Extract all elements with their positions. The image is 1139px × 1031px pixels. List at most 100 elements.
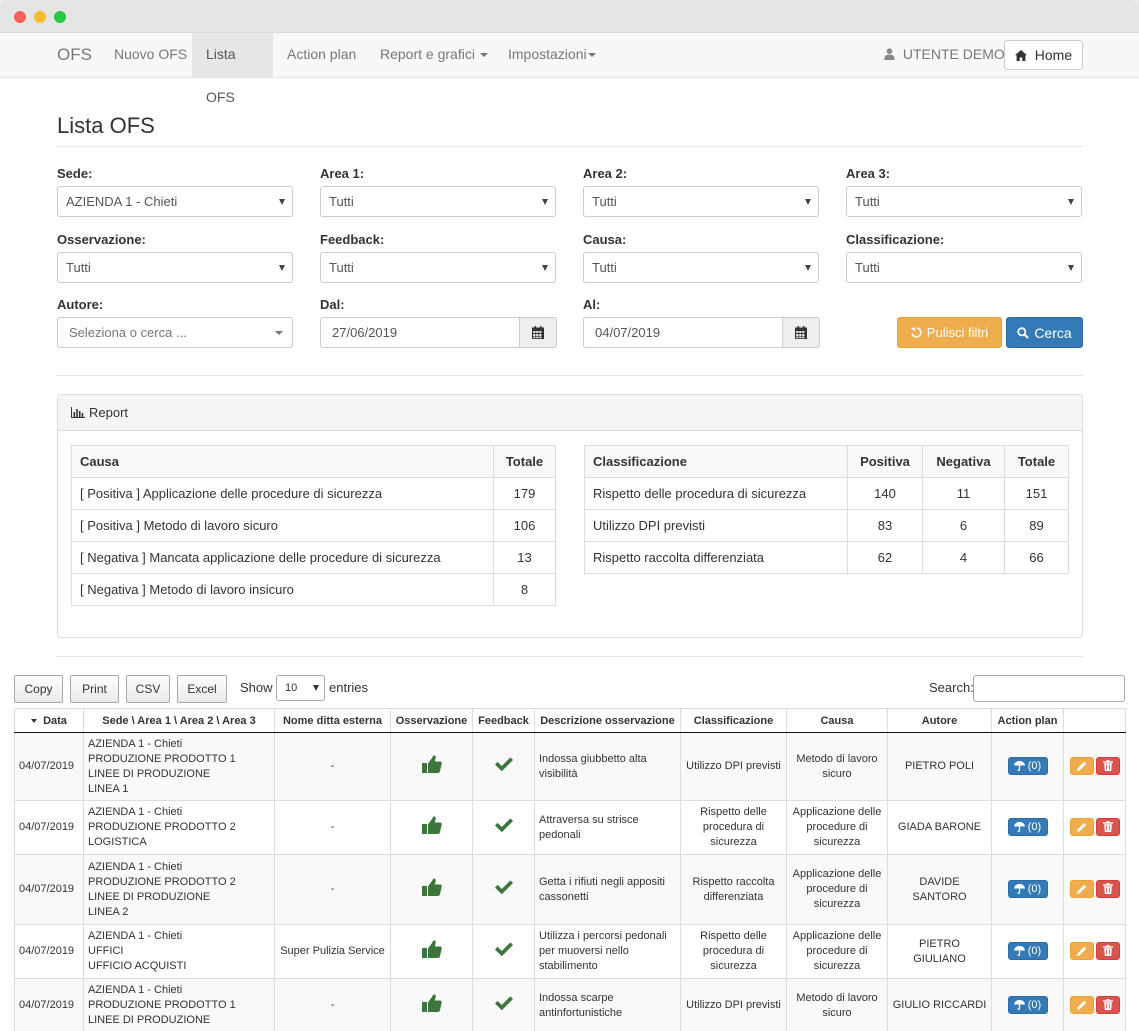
area2-select[interactable]: Tutti bbox=[583, 186, 819, 217]
show-label: Show bbox=[240, 680, 273, 695]
causa-select[interactable]: Tutti bbox=[583, 252, 819, 283]
edit-button[interactable] bbox=[1069, 818, 1094, 837]
nav-nuovo-ofs[interactable]: Nuovo OFS bbox=[100, 33, 201, 77]
cell-action-plan: (0) bbox=[991, 854, 1064, 925]
cell-descrizione: Utilizza i percorsi pedonali per muovers… bbox=[534, 924, 681, 979]
area1-select[interactable]: Tutti bbox=[320, 186, 556, 217]
delete-button[interactable] bbox=[1095, 817, 1120, 836]
thumbs-up-icon bbox=[421, 878, 442, 896]
search-button[interactable]: Cerca bbox=[1006, 317, 1083, 348]
excel-button[interactable]: Excel bbox=[177, 675, 227, 703]
cell-ditta: - bbox=[274, 978, 391, 1031]
copy-button[interactable]: Copy bbox=[14, 675, 63, 703]
check-icon bbox=[494, 941, 514, 957]
feedback-label: Feedback: bbox=[320, 232, 385, 247]
column-header-ditta[interactable]: Nome ditta esterna bbox=[274, 708, 391, 733]
cell-classificazione: Rispetto raccolta differenziata bbox=[680, 854, 787, 925]
print-button[interactable]: Print bbox=[70, 675, 119, 703]
table-cell: 140 bbox=[847, 477, 923, 510]
user-menu[interactable]: UTENTE DEMO bbox=[884, 33, 1005, 77]
cell-classificazione: Rispetto delle procedura di sicurezza bbox=[680, 924, 787, 979]
column-header-sede[interactable]: Sede \ Area 1 \ Area 2 \ Area 3 bbox=[83, 708, 275, 733]
nav-impostazioni[interactable]: Impostazioni bbox=[494, 33, 610, 77]
action-plan-button[interactable]: (0) bbox=[1007, 757, 1048, 775]
maximize-window-button[interactable] bbox=[54, 11, 66, 23]
brand-link[interactable]: OFS bbox=[43, 33, 106, 77]
sede-select[interactable]: AZIENDA 1 - Chieti bbox=[57, 186, 293, 217]
column-header-action-plan[interactable]: Action plan bbox=[991, 708, 1064, 733]
column-header-causa[interactable]: Causa bbox=[786, 708, 888, 733]
edit-button[interactable] bbox=[1069, 757, 1094, 776]
delete-button[interactable] bbox=[1095, 995, 1120, 1014]
csv-button[interactable]: CSV bbox=[126, 675, 170, 703]
nav-report-grafici-label: Report e grafici bbox=[380, 46, 475, 62]
column-header: Positiva bbox=[847, 445, 923, 478]
action-plan-button[interactable]: (0) bbox=[1007, 942, 1048, 960]
table-row: 04/07/2019 AZIENDA 1 - Chieti PRODUZIONE P… bbox=[14, 800, 1126, 855]
edit-button[interactable] bbox=[1069, 996, 1094, 1015]
close-window-button[interactable] bbox=[14, 11, 26, 23]
column-header-feedback[interactable]: Feedback bbox=[472, 708, 535, 733]
page-title: Lista OFS bbox=[57, 113, 155, 138]
al-date-input[interactable]: 04/07/2019 bbox=[583, 317, 783, 348]
cell-osservazione bbox=[390, 732, 473, 801]
osservazione-select[interactable]: Tutti bbox=[57, 252, 293, 283]
column-header-actions bbox=[1063, 708, 1126, 733]
table-header-row: Classificazione Positiva Negativa Totale bbox=[584, 445, 1069, 478]
umbrella-icon bbox=[1013, 761, 1025, 771]
cell-causa: Applicazione delle procedure di sicurezz… bbox=[786, 854, 888, 925]
table-cell: [ Negativa ] Mancata applicazione delle … bbox=[71, 541, 494, 574]
action-plan-button[interactable]: (0) bbox=[1007, 996, 1048, 1014]
navbar: OFS Nuovo OFS Lista OFS Action plan Repo… bbox=[0, 33, 1139, 105]
nav-report-grafici[interactable]: Report e grafici bbox=[366, 33, 502, 77]
column-header-osservazione[interactable]: Osservazione bbox=[390, 708, 473, 733]
report-panel: Report Causa Totale [ Positiva ] Applica… bbox=[57, 394, 1083, 638]
al-calendar-button[interactable] bbox=[783, 317, 820, 348]
report-panel-heading: Report bbox=[58, 395, 1082, 431]
edit-button[interactable] bbox=[1069, 942, 1094, 961]
cell-autore: PIETRO POLI bbox=[887, 732, 992, 801]
area3-select[interactable]: Tutti bbox=[846, 186, 1082, 217]
column-header: Classificazione bbox=[584, 445, 848, 478]
cell-action-plan: (0) bbox=[991, 978, 1064, 1031]
classificazione-select[interactable]: Tutti bbox=[846, 252, 1082, 283]
table-cell: 8 bbox=[493, 573, 556, 606]
table-cell: 179 bbox=[493, 477, 556, 510]
feedback-select[interactable]: Tutti bbox=[320, 252, 556, 283]
select-arrow-icon bbox=[275, 331, 283, 335]
select-arrow-icon bbox=[279, 265, 285, 271]
table-search-input[interactable] bbox=[973, 675, 1125, 702]
calendar-icon bbox=[795, 326, 807, 339]
search-label: Search: bbox=[929, 680, 974, 695]
cell-feedback bbox=[472, 978, 535, 1031]
dal-label: Dal: bbox=[320, 297, 345, 312]
osservazione-select-value: Tutti bbox=[66, 260, 91, 275]
clear-filters-button[interactable]: Pulisci filtri bbox=[897, 317, 1002, 348]
sede-line: AZIENDA 1 - Chieti bbox=[88, 984, 183, 996]
check-icon bbox=[494, 995, 514, 1011]
table-row: 04/07/2019 AZIENDA 1 - Chieti PRODUZIONE P… bbox=[14, 732, 1126, 801]
nav-lista-ofs[interactable]: Lista OFS bbox=[192, 33, 273, 105]
column-header-descrizione[interactable]: Descrizione osservazione bbox=[534, 708, 681, 733]
dal-date-input[interactable]: 27/06/2019 bbox=[320, 317, 520, 348]
cell-feedback bbox=[472, 732, 535, 801]
sede-line: AZIENDA 1 - Chieti bbox=[88, 860, 183, 873]
column-header-classificazione[interactable]: Classificazione bbox=[680, 708, 787, 733]
sede-line: PRODUZIONE PRODOTTO 1 bbox=[88, 999, 236, 1011]
autore-select[interactable]: Seleziona o cerca ... bbox=[57, 317, 293, 348]
dal-calendar-button[interactable] bbox=[520, 317, 557, 348]
edit-button[interactable] bbox=[1069, 880, 1094, 899]
area1-label: Area 1: bbox=[320, 166, 365, 181]
column-header-data[interactable]: Data bbox=[14, 708, 84, 733]
home-button[interactable]: Home bbox=[1004, 40, 1083, 70]
action-plan-button[interactable]: (0) bbox=[1007, 880, 1048, 898]
delete-button[interactable] bbox=[1095, 941, 1120, 960]
delete-button[interactable] bbox=[1095, 756, 1120, 775]
action-plan-button[interactable]: (0) bbox=[1007, 818, 1048, 836]
nav-action-plan[interactable]: Action plan bbox=[273, 33, 370, 77]
column-header-autore[interactable]: Autore bbox=[887, 708, 992, 733]
delete-button[interactable] bbox=[1095, 879, 1120, 898]
minimize-window-button[interactable] bbox=[34, 11, 46, 23]
table-cell: 89 bbox=[1004, 509, 1069, 542]
page-length-select[interactable]: 10 bbox=[276, 675, 325, 701]
